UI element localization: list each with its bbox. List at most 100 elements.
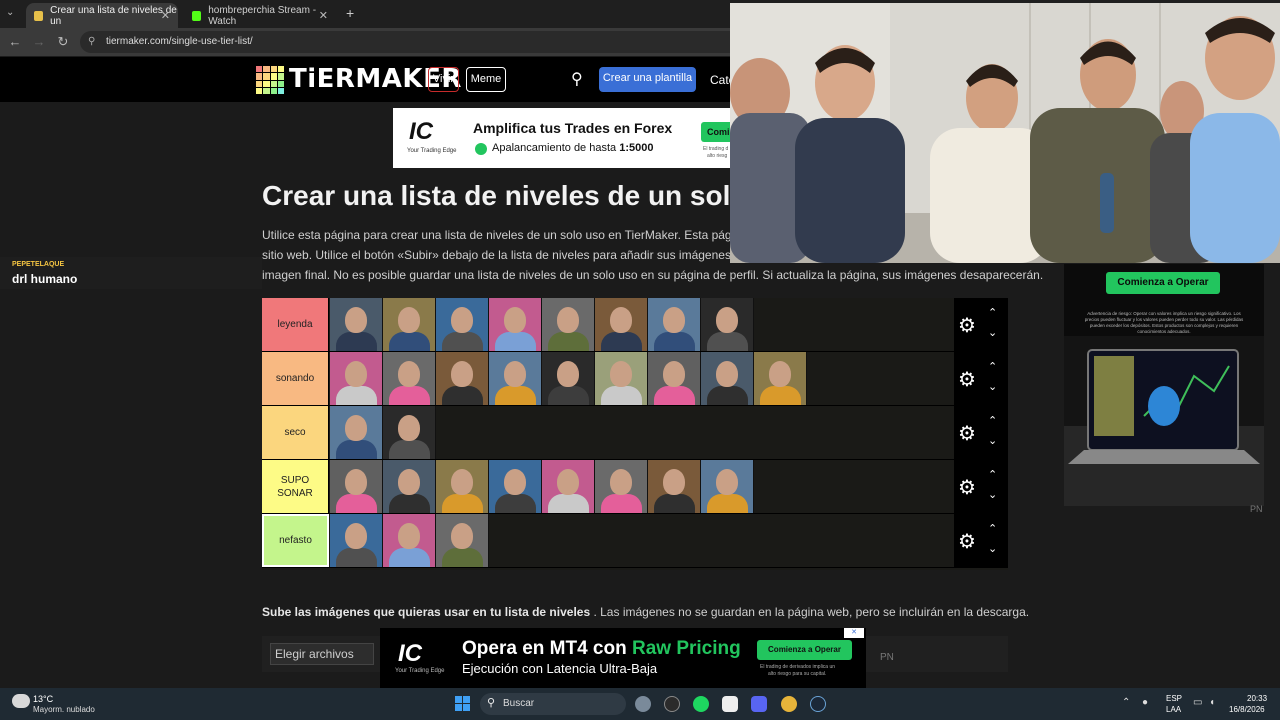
tier-item-image[interactable]: [595, 352, 648, 405]
tier-item-image[interactable]: [436, 514, 489, 567]
tier-item-image[interactable]: [383, 460, 436, 513]
gear-icon[interactable]: ⚙: [958, 421, 976, 446]
start-menu-icon[interactable]: [455, 696, 470, 711]
tier-item-image[interactable]: [330, 460, 383, 513]
tier-item-image[interactable]: [595, 298, 648, 351]
tier-item-image[interactable]: [383, 514, 436, 567]
tier-item-image[interactable]: [701, 460, 754, 513]
ad-banner-bottom[interactable]: IC Your Trading Edge Opera en MT4 con Ra…: [380, 628, 866, 688]
move-down-icon[interactable]: ⌄: [988, 542, 997, 555]
github-app-icon[interactable]: [664, 696, 680, 712]
tab-kick-stream[interactable]: hombreperchia Stream - Watch ✕: [184, 3, 336, 28]
weather-desc[interactable]: Mayorm. nublado: [33, 705, 95, 714]
move-down-icon[interactable]: ⌄: [988, 488, 997, 501]
move-up-icon[interactable]: ⌃: [988, 306, 997, 319]
tier-item-image[interactable]: [436, 460, 489, 513]
address-bar[interactable]: ⚲ tiermaker.com/single-use-tier-list/: [80, 31, 780, 53]
tier-item-image[interactable]: [648, 460, 701, 513]
ad-bottom-cta[interactable]: Comienza a Operar: [757, 640, 852, 660]
move-up-icon[interactable]: ⌃: [988, 468, 997, 481]
tier-item-image[interactable]: [542, 298, 595, 351]
spotify-app-icon[interactable]: [693, 696, 709, 712]
tier-item-image[interactable]: [330, 514, 383, 567]
chrome-app-icon[interactable]: [781, 696, 797, 712]
move-up-icon[interactable]: ⌃: [988, 414, 997, 427]
tier-item-image[interactable]: [330, 406, 383, 459]
tier-label[interactable]: SUPO SONAR: [262, 460, 329, 513]
taskbar-search[interactable]: ⚲ Buscar: [480, 693, 626, 715]
tier-item-image[interactable]: [383, 352, 436, 405]
gear-icon[interactable]: ⚙: [958, 313, 976, 338]
ad-banner-top[interactable]: IC Your Trading Edge Amplifica tus Trade…: [393, 108, 741, 168]
microphone-icon[interactable]: ●: [1142, 697, 1148, 708]
move-up-icon[interactable]: ⌃: [988, 360, 997, 373]
move-down-icon[interactable]: ⌄: [988, 380, 997, 393]
tiermaker-logo-icon[interactable]: [256, 66, 284, 94]
ad-close-icon[interactable]: ✕: [844, 628, 864, 638]
language-indicator-2[interactable]: LAA: [1166, 705, 1181, 714]
tier-item-image[interactable]: [648, 298, 701, 351]
close-tab-icon[interactable]: ✕: [319, 9, 328, 22]
tier-item-image[interactable]: [436, 352, 489, 405]
tier-item-image[interactable]: [489, 460, 542, 513]
move-down-icon[interactable]: ⌄: [988, 326, 997, 339]
tier-item-image[interactable]: [701, 352, 754, 405]
tier-item-image[interactable]: [489, 352, 542, 405]
tier-item-image[interactable]: [542, 460, 595, 513]
capcut-app-icon[interactable]: [722, 696, 738, 712]
create-template-button[interactable]: Crear una plantilla: [599, 67, 696, 92]
tier-item-image[interactable]: [701, 298, 754, 351]
ad-panel-right[interactable]: Comienza a Operar Advertencia de riesgo:…: [1064, 264, 1264, 514]
ad-right-cta[interactable]: Comienza a Operar: [1106, 272, 1220, 294]
close-tab-icon[interactable]: ✕: [161, 9, 170, 22]
meme-button[interactable]: Meme: [466, 67, 506, 92]
settings-app-icon[interactable]: [635, 696, 651, 712]
tier-item-image[interactable]: [542, 352, 595, 405]
tier-item-image[interactable]: [595, 460, 648, 513]
tier-item-image[interactable]: [648, 352, 701, 405]
tier-label[interactable]: leyenda: [262, 298, 329, 351]
item-body: [707, 386, 748, 405]
back-icon[interactable]: ←: [7, 34, 23, 49]
live-button[interactable]: Vivir: [428, 67, 459, 92]
tier-item-image[interactable]: [489, 298, 542, 351]
volume-icon[interactable]: ◖: [1209, 697, 1215, 708]
discord-app-icon[interactable]: [751, 696, 767, 712]
clock-date[interactable]: 16/8/2026: [1229, 705, 1265, 714]
move-up-icon[interactable]: ⌃: [988, 522, 997, 535]
language-indicator-1[interactable]: ESP: [1166, 694, 1182, 703]
tab-tiermaker[interactable]: Crear una lista de niveles de un ✕: [26, 3, 178, 28]
tab-list-dropdown-icon[interactable]: ⌄: [6, 7, 14, 18]
new-tab-button[interactable]: +: [346, 5, 354, 21]
tier-label[interactable]: sonando: [262, 352, 329, 405]
webcam-overlay: [730, 3, 1280, 263]
forward-icon[interactable]: →: [31, 34, 47, 49]
tier-list: leyenda ⚙ ⌃ ⌄ sonando ⚙ ⌃ ⌄ seco ⚙ ⌃ ⌄ SUPO SONAR ⚙ ⌃ ⌄…: [262, 298, 1008, 570]
chevron-up-icon[interactable]: ⌃: [1122, 697, 1130, 708]
item-face: [345, 469, 367, 495]
gear-icon[interactable]: ⚙: [958, 367, 976, 392]
choose-files-button[interactable]: Elegir archivos: [270, 643, 374, 665]
weather-temp[interactable]: 13°C: [33, 694, 53, 704]
tier-item-image[interactable]: [383, 298, 436, 351]
reload-icon[interactable]: ↻: [55, 34, 71, 50]
weather-icon[interactable]: [12, 694, 30, 708]
tier-item-image[interactable]: [330, 298, 383, 351]
item-body: [601, 332, 642, 351]
move-down-icon[interactable]: ⌄: [988, 434, 997, 447]
tier-row: seco ⚙ ⌃ ⌄: [262, 406, 1008, 460]
tier-item-image[interactable]: [754, 352, 807, 405]
tier-label[interactable]: nefasto: [262, 514, 329, 567]
search-icon[interactable]: ⚲: [571, 69, 583, 89]
steam-app-icon[interactable]: [810, 696, 826, 712]
network-icon[interactable]: ▭: [1193, 697, 1202, 708]
clock-time[interactable]: 20:33: [1247, 694, 1267, 703]
tier-item-image[interactable]: [330, 352, 383, 405]
gear-icon[interactable]: ⚙: [958, 529, 976, 554]
item-face: [451, 361, 473, 387]
tier-label[interactable]: seco: [262, 406, 329, 459]
gear-icon[interactable]: ⚙: [958, 475, 976, 500]
tier-item-image[interactable]: [436, 298, 489, 351]
site-info-icon[interactable]: ⚲: [88, 31, 95, 53]
tier-item-image[interactable]: [383, 406, 436, 459]
